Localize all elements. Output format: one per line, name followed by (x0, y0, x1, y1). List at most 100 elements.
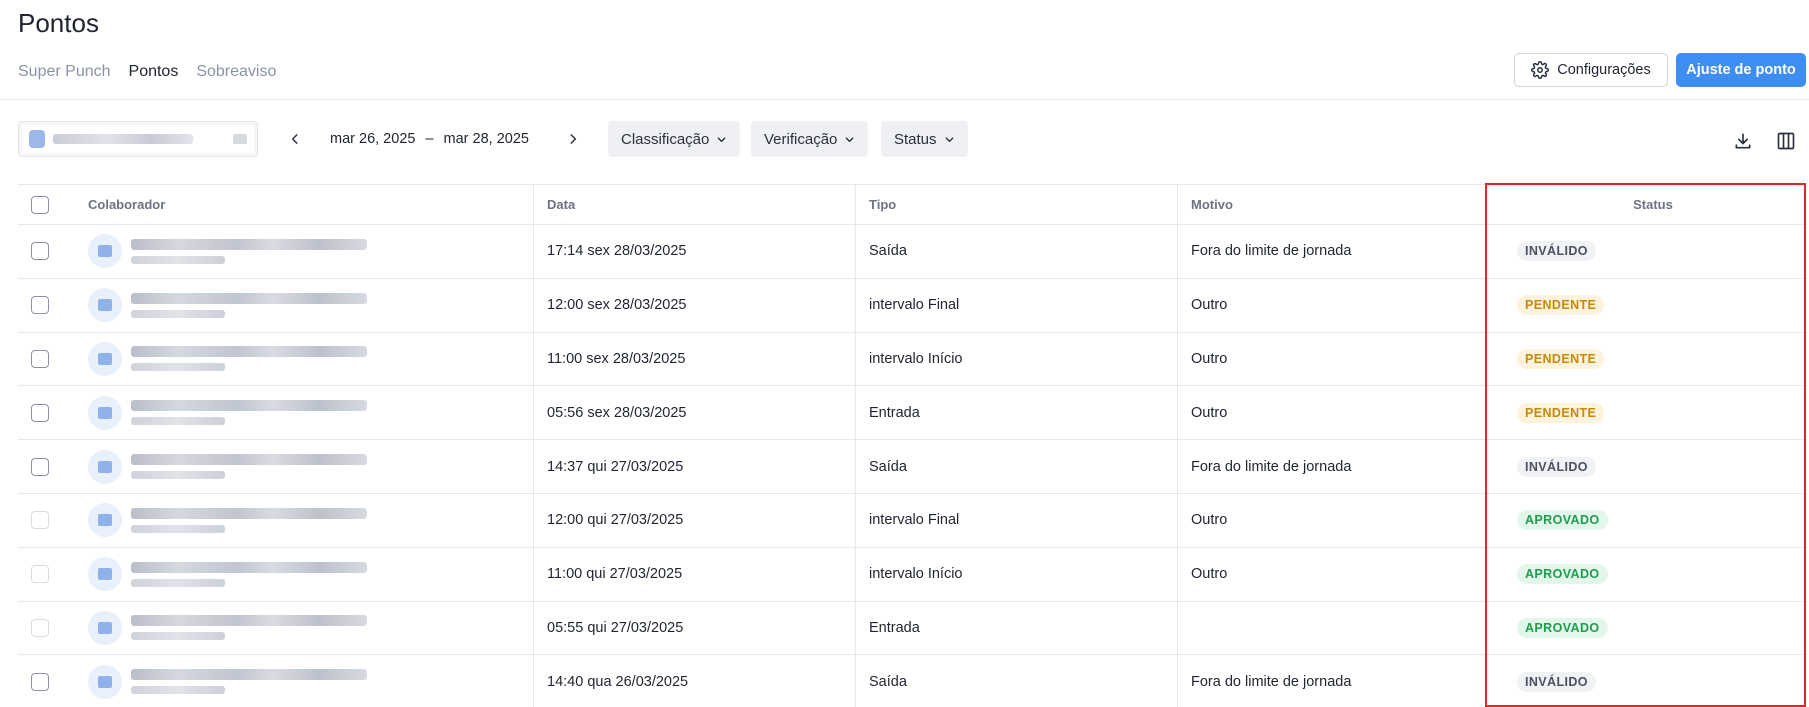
tab-bar: Super Punch Pontos Sobreaviso (18, 63, 276, 81)
colaborador-cell (80, 278, 534, 332)
data-cell: 14:40 qua 26/03/2025 (534, 655, 856, 707)
next-period-button[interactable] (562, 128, 584, 150)
row-checkbox[interactable] (31, 403, 49, 422)
header-data: Data (534, 185, 856, 224)
date-separator: – (425, 131, 434, 147)
previous-period-button[interactable] (284, 128, 306, 150)
tipo-cell: Saída (856, 655, 1178, 707)
colaborador-name-redacted (131, 615, 367, 641)
data-cell: 05:55 qui 27/03/2025 (534, 601, 856, 655)
data-cell: 12:00 qui 27/03/2025 (534, 493, 856, 547)
tipo-cell: Entrada (856, 601, 1178, 655)
data-cell: 12:00 sex 28/03/2025 (534, 278, 856, 332)
status-badge: APROVADO (1517, 617, 1608, 638)
columns-button[interactable] (1773, 128, 1799, 154)
row-select-cell (18, 279, 80, 332)
avatar-image-icon (98, 245, 112, 258)
table-row[interactable]: 11:00 sex 28/03/2025 intervalo Início Outr… (18, 332, 1806, 387)
avatar (88, 234, 122, 269)
redacted-line (131, 686, 225, 695)
redacted-line (131, 400, 367, 412)
status-filter[interactable]: Status (881, 121, 968, 157)
redacted-line (131, 561, 367, 573)
data-cell: 05:56 sex 28/03/2025 (534, 386, 856, 440)
redacted-line (131, 615, 367, 627)
tipo-cell: Saída (856, 440, 1178, 493)
employee-name-redacted (53, 134, 193, 144)
status-cell: APROVADO (1500, 602, 1806, 655)
user-icon (29, 130, 45, 148)
motivo-cell: Fora do limite de jornada (1191, 458, 1352, 475)
colaborador-name-redacted (131, 346, 367, 372)
table-row[interactable]: 14:37 qui 27/03/2025 Saída Fora do limite … (18, 440, 1806, 494)
download-button[interactable] (1730, 128, 1756, 154)
colaborador-name-redacted (131, 454, 367, 480)
colaborador-name-redacted (131, 669, 367, 695)
avatar-image-icon (98, 299, 112, 312)
redacted-line (131, 292, 367, 304)
ajuste-de-ponto-button[interactable]: Ajuste de ponto (1676, 53, 1806, 87)
header-tipo: Tipo (856, 185, 1178, 224)
date-start: mar 26, 2025 (330, 131, 416, 147)
avatar-image-icon (98, 514, 112, 527)
configuracoes-button[interactable]: Configurações (1514, 53, 1668, 87)
table-row[interactable]: 14:40 qua 26/03/2025 Saída Fora do limite … (18, 655, 1806, 707)
gear-icon (1531, 61, 1550, 79)
redacted-line (131, 507, 367, 519)
avatar (88, 341, 122, 376)
table-row[interactable]: 05:55 qui 27/03/2025 Entrada APROVADO (18, 601, 1806, 656)
colaborador-name-redacted (131, 507, 367, 533)
data-cell: 11:00 sex 28/03/2025 (534, 332, 856, 386)
avatar-image-icon (98, 352, 112, 365)
classificacao-filter[interactable]: Classificação (608, 121, 741, 157)
table-row[interactable]: 11:00 qui 27/03/2025 intervalo Início Outr… (18, 547, 1806, 602)
avatar-image-icon (98, 568, 112, 581)
status-cell: INVÁLIDO (1500, 655, 1806, 707)
tab-pontos[interactable]: Pontos (129, 63, 179, 81)
status-filter-label: Status (894, 130, 937, 148)
row-checkbox[interactable] (31, 349, 49, 368)
row-checkbox (31, 565, 49, 584)
chevron-down-icon (717, 136, 726, 142)
avatar-image-icon (98, 460, 112, 473)
colaborador-cell (80, 547, 534, 601)
status-cell: PENDENTE (1500, 333, 1806, 386)
table-row[interactable]: 12:00 qui 27/03/2025 intervalo Final Outro… (18, 493, 1806, 548)
status-cell: APROVADO (1500, 548, 1806, 601)
row-checkbox[interactable] (31, 672, 49, 691)
table-row[interactable]: 12:00 sex 28/03/2025 intervalo Final Outro… (18, 278, 1806, 333)
colaborador-name-redacted (131, 400, 367, 426)
table-header: Colaborador Data Tipo Motivo Status (18, 185, 1806, 225)
classificacao-label: Classificação (621, 130, 710, 148)
avatar (88, 503, 122, 538)
row-select-cell (18, 655, 80, 707)
tipo-cell: Entrada (856, 386, 1178, 440)
download-icon (1735, 133, 1751, 149)
row-checkbox[interactable] (31, 242, 49, 261)
row-checkbox[interactable] (31, 457, 49, 476)
row-select-cell (18, 333, 80, 386)
table-row[interactable]: 05:56 sex 28/03/2025 Entrada Outro PENDENTE (18, 386, 1806, 441)
employee-select[interactable] (18, 121, 258, 157)
table-row[interactable]: 17:14 sex 28/03/2025 Saída Fora do limite … (18, 225, 1806, 279)
row-checkbox (31, 511, 49, 530)
data-cell: 14:37 qui 27/03/2025 (534, 440, 856, 493)
tab-super-punch[interactable]: Super Punch (18, 63, 111, 81)
status-badge: PENDENTE (1517, 295, 1605, 316)
tipo-cell: intervalo Final (856, 278, 1178, 332)
redacted-line (131, 255, 225, 264)
row-select-cell (18, 225, 80, 278)
avatar-image-icon (98, 675, 112, 688)
avatar (88, 610, 122, 645)
select-all-checkbox[interactable] (31, 195, 49, 214)
tab-sobreaviso[interactable]: Sobreaviso (196, 63, 276, 81)
motivo-cell: Outro (1191, 566, 1228, 583)
motivo-cell: Fora do limite de jornada (1191, 243, 1352, 260)
row-select-cell (18, 440, 80, 493)
avatar (88, 288, 122, 323)
tipo-cell: intervalo Início (856, 332, 1178, 386)
row-checkbox[interactable] (31, 296, 49, 315)
verificacao-filter[interactable]: Verificação (751, 121, 869, 157)
row-select-cell (18, 602, 80, 655)
date-range[interactable]: mar 26, 2025 – mar 28, 2025 (330, 131, 529, 147)
